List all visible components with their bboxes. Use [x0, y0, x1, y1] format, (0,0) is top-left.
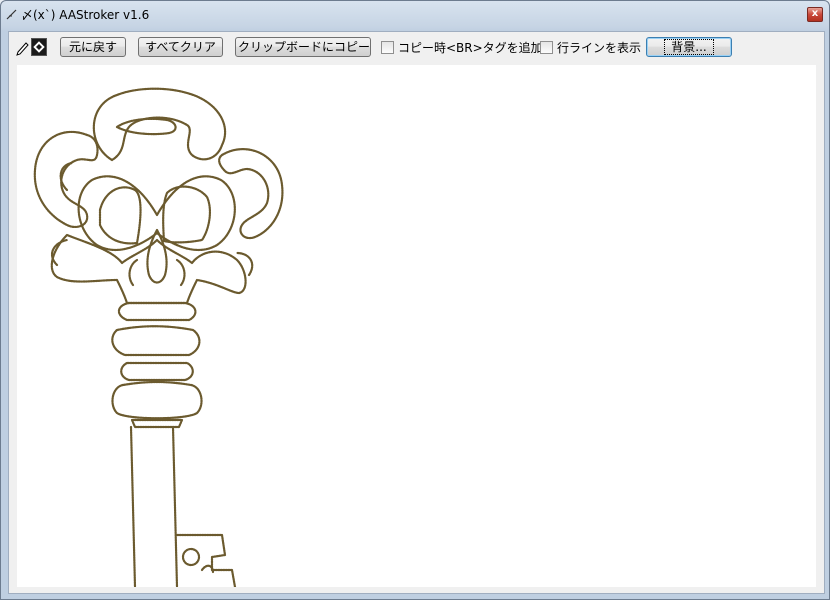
show-lines-checkbox[interactable] [540, 41, 553, 54]
eraser-icon [33, 41, 45, 53]
add-br-checkbox[interactable] [381, 41, 394, 54]
background-button[interactable]: 背景... [646, 37, 732, 57]
toolbar: 元に戻す すべてクリア クリップボードにコピー コピー時<BR>タグを追加 行ラ… [9, 32, 824, 62]
background-button-label: 背景... [664, 39, 714, 55]
copy-to-clipboard-button[interactable]: クリップボードにコピー [235, 37, 371, 57]
pencil-tool[interactable] [15, 38, 30, 56]
pen-stroke-icon [6, 9, 17, 20]
key-drawing [33, 87, 284, 587]
app-window: 〆(x`) AAStroker v1.6 x 元に戻す すべてクリア クリップボ… [0, 0, 830, 600]
add-br-label: コピー時<BR>タグを追加 [398, 41, 543, 55]
window-title: 〆(x`) AAStroker v1.6 [21, 8, 150, 22]
eraser-tool[interactable] [31, 38, 47, 56]
tool-mode-toggle[interactable] [15, 38, 47, 56]
pencil-icon [16, 42, 29, 56]
show-lines-label: 行ラインを表示 [557, 41, 642, 55]
close-button[interactable]: x [807, 7, 823, 22]
clear-all-button[interactable]: すべてクリア [138, 37, 223, 57]
drawing-canvas[interactable] [17, 65, 816, 587]
client-area: 元に戻す すべてクリア クリップボードにコピー コピー時<BR>タグを追加 行ラ… [8, 31, 825, 594]
undo-button[interactable]: 元に戻す [60, 37, 126, 57]
title-bar[interactable]: 〆(x`) AAStroker v1.6 x [1, 1, 829, 27]
